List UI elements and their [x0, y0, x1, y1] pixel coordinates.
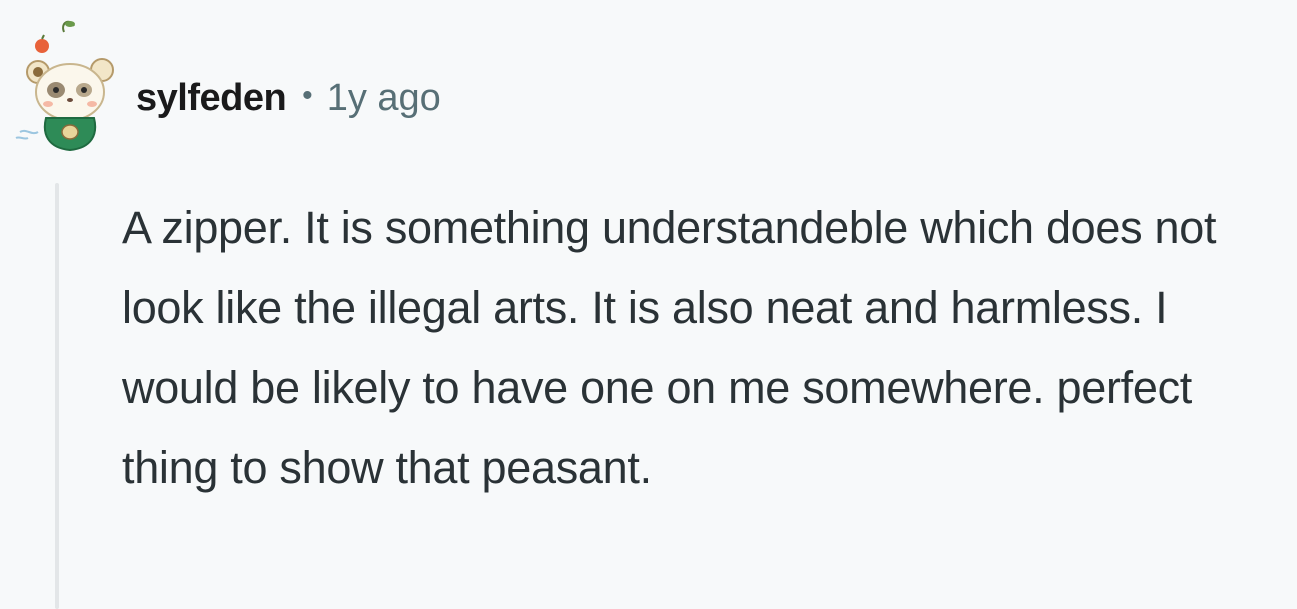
comment: sylfeden • 1y ago A zipper. It is someth…	[0, 0, 1297, 609]
panda-avatar-icon	[15, 20, 114, 152]
comment-header: sylfeden • 1y ago	[136, 72, 441, 124]
user-avatar[interactable]	[12, 14, 124, 154]
comment-body: A zipper. It is something understandeble…	[122, 202, 1217, 493]
comment-timestamp[interactable]: 1y ago	[327, 77, 441, 120]
meta-separator: •	[302, 79, 313, 112]
username-link[interactable]: sylfeden	[136, 77, 287, 120]
thread-collapse-line[interactable]	[55, 183, 59, 609]
